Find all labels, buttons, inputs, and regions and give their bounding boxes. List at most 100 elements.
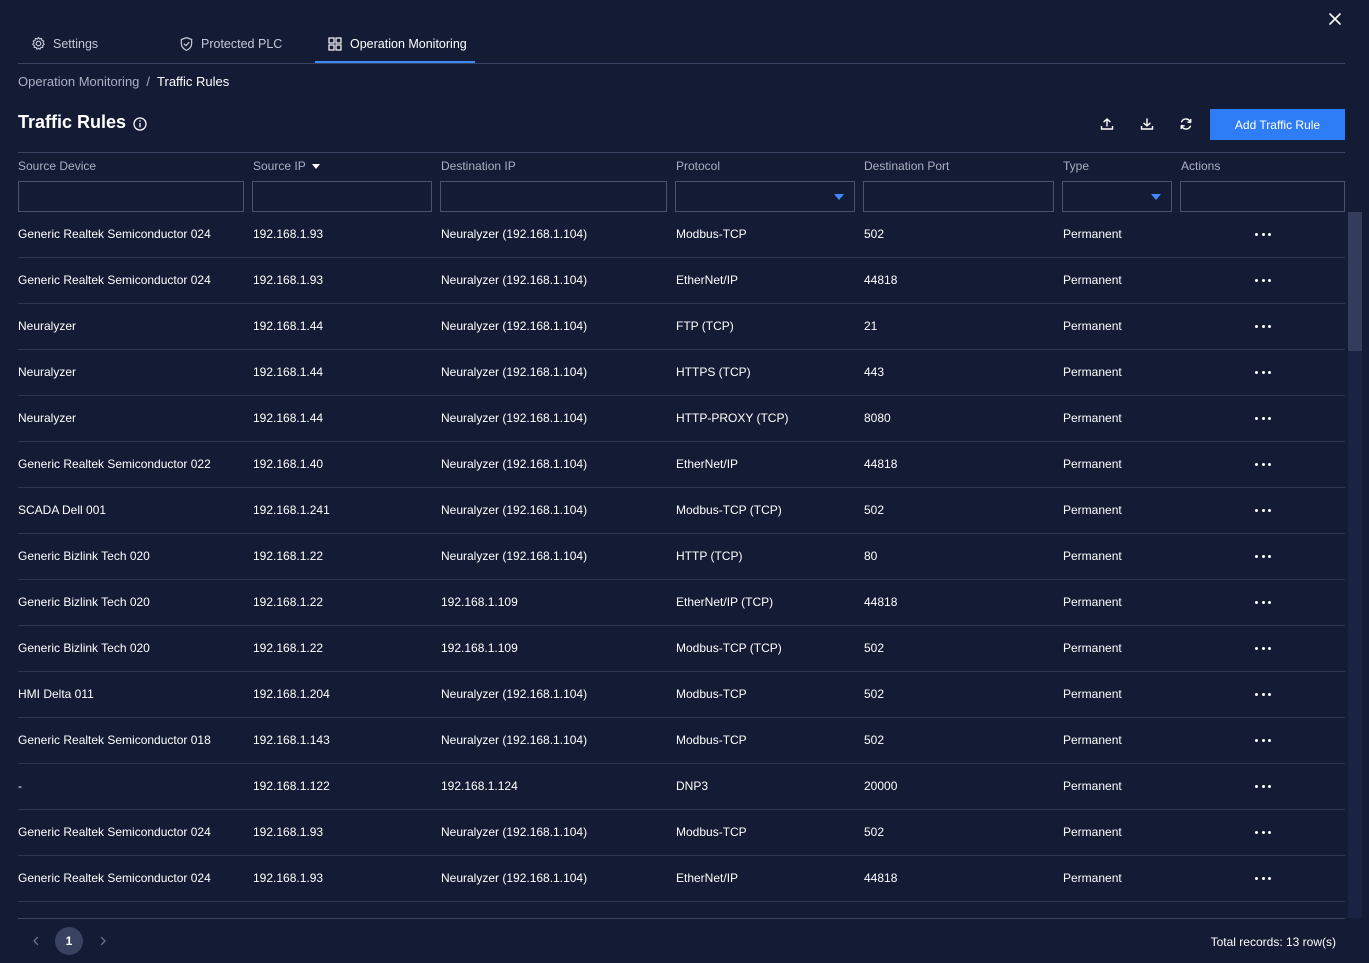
- cell-protocol: HTTPS (TCP): [676, 365, 751, 379]
- table-row[interactable]: Generic Realtek Semiconductor 024 192.168…: [18, 212, 1345, 258]
- more-actions-icon[interactable]: [1255, 365, 1271, 379]
- cell-destination-port: 502: [864, 503, 885, 517]
- info-icon[interactable]: [133, 117, 147, 131]
- add-traffic-rule-button[interactable]: Add Traffic Rule: [1210, 109, 1345, 140]
- table-row[interactable]: - 192.168.1.122 192.168.1.124 DNP3 20000 Perm…: [18, 764, 1345, 810]
- more-actions-icon[interactable]: [1255, 733, 1271, 747]
- upload-icon[interactable]: [1097, 114, 1117, 134]
- cell-source-ip: 192.168.1.44: [253, 365, 324, 379]
- cell-destination-port: 502: [864, 825, 885, 839]
- cell-destination-port: 21: [864, 319, 878, 333]
- cell-protocol: Modbus-TCP (TCP): [676, 641, 782, 655]
- more-actions-icon[interactable]: [1255, 457, 1271, 471]
- sort-desc-icon[interactable]: [311, 163, 320, 169]
- tab-bar: Settings Protected PLC Operation Monitor…: [18, 25, 1345, 64]
- table-row[interactable]: Generic Realtek Semiconductor 022 192.168…: [18, 442, 1345, 488]
- more-actions-icon[interactable]: [1255, 273, 1271, 287]
- table-row[interactable]: Generic Realtek Semiconductor 024 192.168…: [18, 810, 1345, 856]
- cell-type: Permanent: [1063, 457, 1122, 471]
- filter-destination-port-input[interactable]: [863, 181, 1054, 212]
- cell-source-device: Generic Bizlink Tech 020: [18, 641, 150, 655]
- table-row[interactable]: Generic Realtek Semiconductor 018 192.168…: [18, 718, 1345, 764]
- cell-source-ip: 192.168.1.93: [253, 273, 324, 287]
- page-title: Traffic Rules: [18, 112, 127, 132]
- tab-protected-plc[interactable]: Protected PLC: [178, 25, 282, 62]
- table-row[interactable]: Generic Realtek Semiconductor 024 192.168…: [18, 258, 1345, 304]
- more-actions-icon[interactable]: [1255, 687, 1271, 701]
- tab-settings[interactable]: Settings: [30, 25, 98, 62]
- more-actions-icon[interactable]: [1255, 641, 1271, 655]
- refresh-icon[interactable]: [1176, 114, 1196, 134]
- cell-destination-ip: 192.168.1.109: [441, 641, 518, 655]
- download-icon[interactable]: [1137, 114, 1157, 134]
- cell-source-device: -: [18, 779, 22, 793]
- total-records: Total records: 13 row(s): [1210, 935, 1336, 949]
- column-header-protocol[interactable]: Protocol: [676, 159, 720, 173]
- column-header-source-ip[interactable]: Source IP: [253, 159, 320, 173]
- more-actions-icon[interactable]: [1255, 779, 1271, 793]
- chevron-down-icon: [834, 194, 844, 200]
- cell-source-device: Generic Realtek Semiconductor 024: [18, 871, 211, 885]
- cell-destination-ip: Neuralyzer (192.168.1.104): [441, 503, 588, 517]
- more-actions-icon[interactable]: [1255, 319, 1271, 333]
- cell-destination-ip: Neuralyzer (192.168.1.104): [441, 733, 588, 747]
- more-actions-icon[interactable]: [1255, 503, 1271, 517]
- column-header-type[interactable]: Type: [1063, 159, 1089, 173]
- table-row[interactable]: Generic Bizlink Tech 020 192.168.1.22 192.…: [18, 626, 1345, 672]
- column-header-destination-ip[interactable]: Destination IP: [441, 159, 516, 173]
- chevron-right-icon[interactable]: [97, 934, 109, 948]
- column-header-source-ip-label: Source IP: [253, 159, 306, 173]
- cell-source-device: Generic Bizlink Tech 020: [18, 549, 150, 563]
- filter-type-select[interactable]: [1062, 181, 1172, 212]
- traffic-rules-table-body: Generic Realtek Semiconductor 024 192.168…: [18, 212, 1345, 902]
- cell-destination-port: 502: [864, 641, 885, 655]
- more-actions-icon[interactable]: [1255, 549, 1271, 563]
- shield-icon: [178, 36, 194, 52]
- filter-actions-input[interactable]: [1180, 181, 1345, 212]
- cell-source-device: Neuralyzer: [18, 411, 77, 425]
- column-header-destination-port[interactable]: Destination Port: [864, 159, 949, 173]
- more-actions-icon[interactable]: [1255, 595, 1271, 609]
- tab-operation-monitoring-label: Operation Monitoring: [350, 36, 467, 51]
- tab-protected-plc-label: Protected PLC: [201, 36, 283, 51]
- cell-destination-ip: Neuralyzer (192.168.1.104): [441, 273, 588, 287]
- breadcrumb-current: Traffic Rules: [157, 74, 230, 89]
- table-row[interactable]: Generic Realtek Semiconductor 024 192.168…: [18, 856, 1345, 902]
- filter-protocol-select[interactable]: [675, 181, 855, 212]
- filter-source-device-input[interactable]: [18, 181, 244, 212]
- cell-protocol: Modbus-TCP: [676, 825, 747, 839]
- more-actions-icon[interactable]: [1255, 411, 1271, 425]
- table-row[interactable]: Neuralyzer 192.168.1.44 Neuralyzer (192.16…: [18, 396, 1345, 442]
- column-header-source-device[interactable]: Source Device: [18, 159, 96, 173]
- more-actions-icon[interactable]: [1255, 871, 1271, 885]
- cell-source-device: Generic Realtek Semiconductor 018: [18, 733, 211, 747]
- cell-destination-ip: Neuralyzer (192.168.1.104): [441, 871, 588, 885]
- cell-source-ip: 192.168.1.93: [253, 825, 324, 839]
- cell-destination-port: 20000: [864, 779, 898, 793]
- filter-destination-ip-input[interactable]: [440, 181, 667, 212]
- more-actions-icon[interactable]: [1255, 825, 1271, 839]
- cell-type: Permanent: [1063, 411, 1122, 425]
- table-row[interactable]: Generic Bizlink Tech 020 192.168.1.22 Neur…: [18, 534, 1345, 580]
- cell-destination-ip: Neuralyzer (192.168.1.104): [441, 227, 588, 241]
- table-row[interactable]: HMI Delta 011 192.168.1.204 Neuralyzer (19…: [18, 672, 1345, 718]
- cell-protocol: EtherNet/IP (TCP): [676, 595, 774, 609]
- cell-source-ip: 192.168.1.22: [253, 641, 324, 655]
- chevron-left-icon[interactable]: [30, 934, 42, 948]
- breadcrumb-parent[interactable]: Operation Monitoring: [18, 74, 139, 89]
- cell-destination-port: 502: [864, 227, 885, 241]
- table-row[interactable]: SCADA Dell 001 192.168.1.241 Neuralyzer (1…: [18, 488, 1345, 534]
- table-row[interactable]: Neuralyzer 192.168.1.44 Neuralyzer (192.16…: [18, 304, 1345, 350]
- tab-operation-monitoring[interactable]: Operation Monitoring: [315, 25, 475, 63]
- table-row[interactable]: Generic Bizlink Tech 020 192.168.1.22 192.…: [18, 580, 1345, 626]
- cell-type: Permanent: [1063, 641, 1122, 655]
- cell-source-ip: 192.168.1.122: [253, 779, 330, 793]
- filter-source-ip-input[interactable]: [252, 181, 432, 212]
- scrollbar-thumb[interactable]: [1348, 212, 1362, 351]
- table-row[interactable]: Neuralyzer 192.168.1.44 Neuralyzer (192.16…: [18, 350, 1345, 396]
- more-actions-icon[interactable]: [1255, 227, 1271, 241]
- cell-source-ip: 192.168.1.44: [253, 411, 324, 425]
- cell-destination-port: 44818: [864, 457, 898, 471]
- pagination-page-1[interactable]: 1: [55, 927, 83, 955]
- cell-type: Permanent: [1063, 549, 1122, 563]
